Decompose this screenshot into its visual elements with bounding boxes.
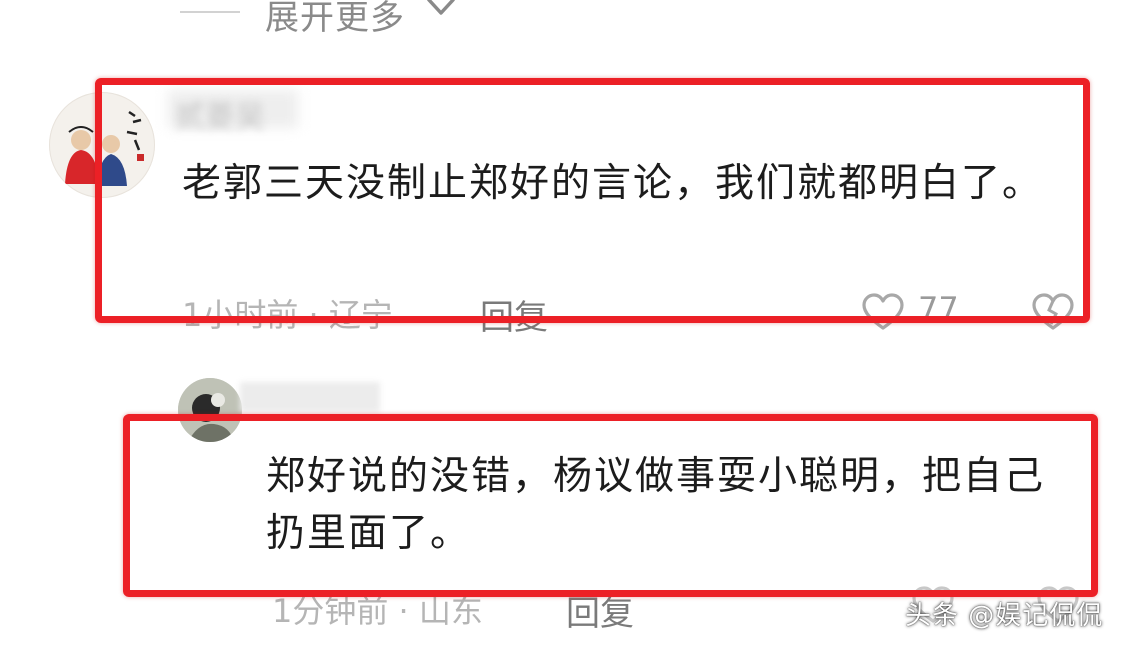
highlight-box (123, 414, 1098, 597)
expand-divider (180, 11, 240, 13)
watermark: 头条 @娱记侃侃 (905, 601, 1104, 631)
username-blurred[interactable] (240, 382, 380, 412)
highlight-box (95, 78, 1090, 323)
chevron-down-icon[interactable] (426, 0, 456, 20)
expand-more-link[interactable]: 展开更多 (265, 0, 405, 39)
